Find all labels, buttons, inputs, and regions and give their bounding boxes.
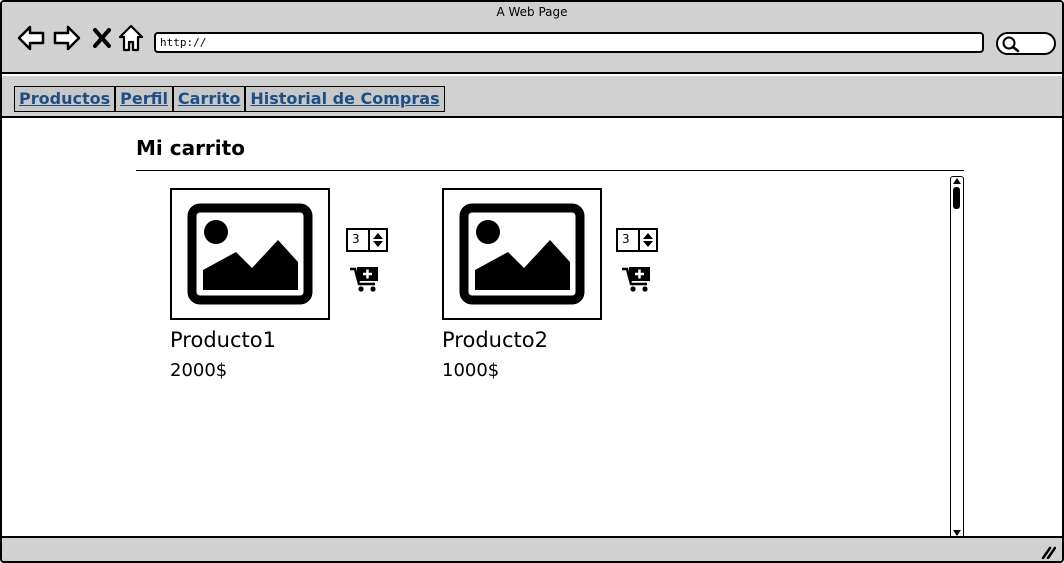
quantity-spinner[interactable] [638, 230, 656, 250]
title-divider [136, 170, 964, 171]
menu-item-productos[interactable]: Productos [15, 87, 117, 111]
browser-window: A Web Page http:// Productos Perfil Carr… [0, 0, 1064, 563]
resize-grip-icon[interactable] [1040, 545, 1056, 559]
quantity-spinner[interactable] [368, 230, 386, 250]
image-placeholder-icon [459, 203, 585, 305]
cart-item: 3 Producto2 1000$ [442, 188, 702, 388]
status-bar [2, 536, 1062, 561]
nav-menubar: Productos Perfil Carrito Historial de Co… [2, 76, 1062, 118]
vertical-scrollbar[interactable] [950, 176, 964, 538]
product-price: 1000$ [442, 360, 500, 381]
scroll-up-arrow-icon[interactable] [951, 177, 963, 185]
spin-arrows-icon[interactable] [370, 230, 386, 250]
quantity-value: 3 [622, 232, 630, 246]
home-icon[interactable] [118, 22, 144, 54]
menu-item-perfil[interactable]: Perfil [116, 87, 174, 111]
address-bar[interactable]: http:// [154, 32, 984, 53]
menu-item-historial[interactable]: Historial de Compras [246, 87, 443, 111]
product-image [442, 188, 602, 320]
add-to-cart-icon[interactable] [348, 264, 382, 294]
product-image [170, 188, 330, 320]
quantity-stepper[interactable]: 3 [616, 228, 658, 252]
quantity-stepper[interactable]: 3 [346, 228, 388, 252]
window-title: A Web Page [496, 5, 568, 19]
product-name: Producto2 [442, 328, 548, 352]
search-field[interactable] [996, 32, 1056, 55]
back-arrow-icon[interactable] [16, 22, 46, 54]
product-price: 2000$ [170, 360, 228, 381]
forward-arrow-icon[interactable] [52, 22, 82, 54]
browser-toolbar: A Web Page http:// [2, 2, 1062, 74]
scrollbar-thumb[interactable] [953, 187, 960, 209]
cart-item: 3 Producto1 2000$ [170, 188, 430, 388]
image-placeholder-icon [187, 203, 313, 305]
nav-menu: Productos Perfil Carrito Historial de Co… [14, 86, 445, 112]
spin-arrows-icon[interactable] [640, 230, 656, 250]
add-to-cart-icon[interactable] [620, 264, 654, 294]
page-content: Mi carrito 3 Producto1 2000$ 3 Producto2… [2, 118, 1062, 538]
menu-item-carrito[interactable]: Carrito [174, 87, 247, 111]
page-title: Mi carrito [136, 136, 245, 160]
quantity-value: 3 [352, 232, 360, 246]
search-icon [1002, 36, 1020, 53]
close-icon[interactable] [90, 22, 114, 54]
product-name: Producto1 [170, 328, 276, 352]
